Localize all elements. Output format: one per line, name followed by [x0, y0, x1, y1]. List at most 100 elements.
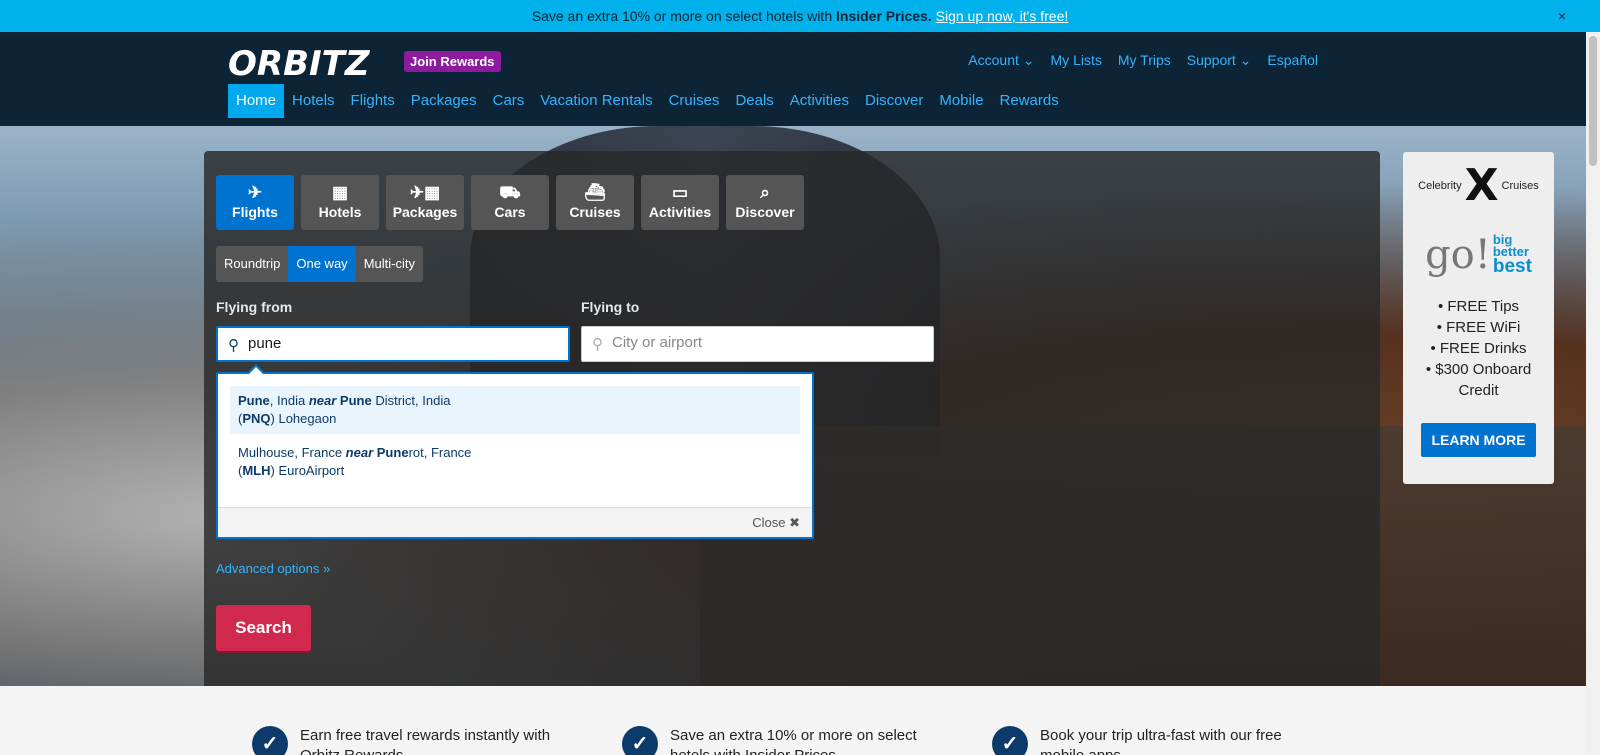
page-scrollbar[interactable]	[1586, 32, 1600, 755]
ad-best: best	[1492, 256, 1532, 277]
tab-label: Cruises	[569, 204, 621, 220]
promo-banner: Save an extra 10% or more on select hote…	[0, 0, 1600, 32]
feature-text: Earn free travel rewards instantly with …	[300, 727, 551, 755]
dropdown-footer: Close ✖	[218, 507, 812, 537]
tab-packages[interactable]: ✈▦ Packages	[386, 175, 464, 230]
tab-activities[interactable]: ▭ Activities	[641, 175, 719, 230]
checkmark-icon: ✓	[252, 726, 288, 755]
promo-insider-prices: Insider Prices.	[836, 8, 932, 24]
magnifier-icon: ⌕	[760, 183, 770, 202]
orbitz-logo[interactable]: ORBITZ	[228, 44, 370, 84]
feature-item: ✓ Save an extra 10% or more on select ho…	[622, 726, 925, 755]
tab-cruises[interactable]: ⛴ Cruises	[556, 175, 634, 230]
flying-from-label: Flying from	[216, 299, 293, 315]
product-tabs: ✈ Flights ▦ Hotels ✈▦ Packages ⛟ Cars ⛴ Cruis…	[216, 175, 804, 230]
location-pin-icon: ⚲	[228, 337, 239, 354]
suggestion-match: Pune	[376, 445, 409, 460]
nav-cars[interactable]: Cars	[485, 84, 533, 118]
ad-go: go!	[1425, 232, 1491, 278]
celebrity-cruises-logo: Celebrity X Cruises	[1403, 164, 1554, 208]
tab-label: Hotels	[318, 204, 362, 220]
suggestion-item[interactable]: Pune, India near Pune District, India (P…	[230, 386, 800, 434]
one-way-button[interactable]: One way	[288, 246, 356, 282]
feature-text: Save an extra 10% or more on select hote…	[670, 727, 917, 755]
tab-discover[interactable]: ⌕ Discover	[726, 175, 804, 230]
nav-deals[interactable]: Deals	[727, 84, 781, 118]
tab-label: Discover	[735, 204, 795, 220]
promo-text: Save an extra 10% or more on select hote…	[531, 8, 837, 24]
suggestion-city: Pune	[238, 393, 270, 408]
scrollbar-thumb[interactable]	[1589, 36, 1597, 166]
search-panel: ✈ Flights ▦ Hotels ✈▦ Packages ⛟ Cars ⛴ Cruis…	[204, 151, 1380, 691]
close-icon: ✖	[789, 515, 800, 530]
nav-rewards[interactable]: Rewards	[992, 84, 1067, 118]
checkmark-icon: ✓	[622, 726, 658, 755]
ad-brand-right: Cruises	[1501, 180, 1539, 192]
nav-packages[interactable]: Packages	[403, 84, 485, 118]
site-header: ORBITZ Join Rewards Account ⌄ My Lists M…	[0, 32, 1600, 126]
nav-home[interactable]: Home	[228, 84, 285, 118]
nav-mobile[interactable]: Mobile	[931, 84, 991, 118]
close-label: Close	[752, 515, 786, 530]
my-lists-link[interactable]: My Lists	[1051, 52, 1102, 69]
suggestion-city: Mulhouse	[238, 445, 295, 460]
nav-cruises[interactable]: Cruises	[661, 84, 728, 118]
join-rewards-button[interactable]: Join Rewards	[404, 51, 501, 72]
nav-hotels[interactable]: Hotels	[284, 84, 343, 118]
suggestion-code: PNQ	[242, 411, 271, 426]
nav-activities[interactable]: Activities	[782, 84, 857, 118]
support-menu[interactable]: Support ⌄	[1187, 52, 1252, 69]
roundtrip-button[interactable]: Roundtrip	[216, 246, 289, 282]
ship-icon: ⛴	[584, 183, 606, 202]
multi-city-button[interactable]: Multi-city	[355, 246, 423, 282]
suggestion-item[interactable]: Mulhouse, France near Punerot, France (M…	[230, 438, 800, 486]
tab-label: Cars	[494, 204, 526, 220]
celebrity-cruises-ad[interactable]: Celebrity X Cruises go! big better best • …	[1403, 152, 1554, 484]
nav-flights[interactable]: Flights	[343, 84, 403, 118]
suggestion-match: Pune	[339, 393, 372, 408]
account-nav: Account ⌄ My Lists My Trips Support ⌄ Es…	[968, 52, 1318, 69]
checkmark-icon: ✓	[992, 726, 1028, 755]
airplane-building-icon: ✈▦	[409, 183, 441, 202]
autocomplete-dropdown: Pune, India near Pune District, India (P…	[216, 364, 814, 539]
suggestion-region: rot, France	[408, 445, 472, 460]
espanol-link[interactable]: Español	[1267, 52, 1318, 69]
my-trips-link[interactable]: My Trips	[1118, 52, 1171, 69]
close-icon[interactable]: ×	[1558, 0, 1566, 32]
tab-label: Flights	[232, 204, 278, 220]
search-button[interactable]: Search	[216, 605, 311, 651]
tab-flights[interactable]: ✈ Flights	[216, 175, 294, 230]
suggestion-country: , France	[294, 445, 346, 460]
advanced-options-link[interactable]: Advanced options »	[216, 561, 330, 576]
ad-perk: • FREE Drinks	[1430, 340, 1527, 357]
dropdown-close-button[interactable]: Close ✖	[752, 515, 800, 531]
go-big-better-best-logo: go! big better best	[1403, 228, 1554, 282]
ad-brand-left: Celebrity	[1418, 180, 1462, 192]
nav-vacation-rentals[interactable]: Vacation Rentals	[532, 84, 660, 118]
features-strip: ✓ Earn free travel rewards instantly wit…	[0, 686, 1586, 755]
suggestion-near: near	[345, 445, 374, 460]
trip-type-toggle: Roundtrip One way Multi-city	[216, 246, 423, 282]
building-icon: ▦	[331, 183, 349, 202]
suggestion-code: MLH	[242, 463, 271, 478]
learn-more-button[interactable]: LEARN MORE	[1421, 423, 1536, 457]
tab-cars[interactable]: ⛟ Cars	[471, 175, 549, 230]
feature-item: ✓ Book your trip ultra-fast with our fre…	[992, 726, 1295, 755]
suggestion-airport: EuroAirport	[274, 463, 345, 478]
flying-to-input[interactable]	[612, 334, 912, 351]
promo-signup-link[interactable]: Sign up now, it's free!	[936, 8, 1069, 24]
tab-label: Activities	[648, 204, 712, 220]
suggestion-near: near	[308, 393, 337, 408]
account-menu[interactable]: Account ⌄	[968, 52, 1034, 69]
nav-discover[interactable]: Discover	[857, 84, 931, 118]
tab-label: Packages	[392, 204, 458, 220]
tab-hotels[interactable]: ▦ Hotels	[301, 175, 379, 230]
flying-from-input[interactable]	[248, 335, 548, 352]
dropdown-pointer	[246, 364, 266, 375]
main-nav: Home Hotels Flights Packages Cars Vacati…	[228, 84, 1067, 118]
flying-from-field[interactable]: ⚲	[216, 326, 570, 362]
ad-bbb: big better best	[1492, 233, 1532, 277]
flying-to-field[interactable]: ⚲	[581, 326, 934, 362]
ad-perk: • FREE Tips	[1437, 298, 1520, 315]
suggestion-airport: Lohegaon	[274, 411, 337, 426]
